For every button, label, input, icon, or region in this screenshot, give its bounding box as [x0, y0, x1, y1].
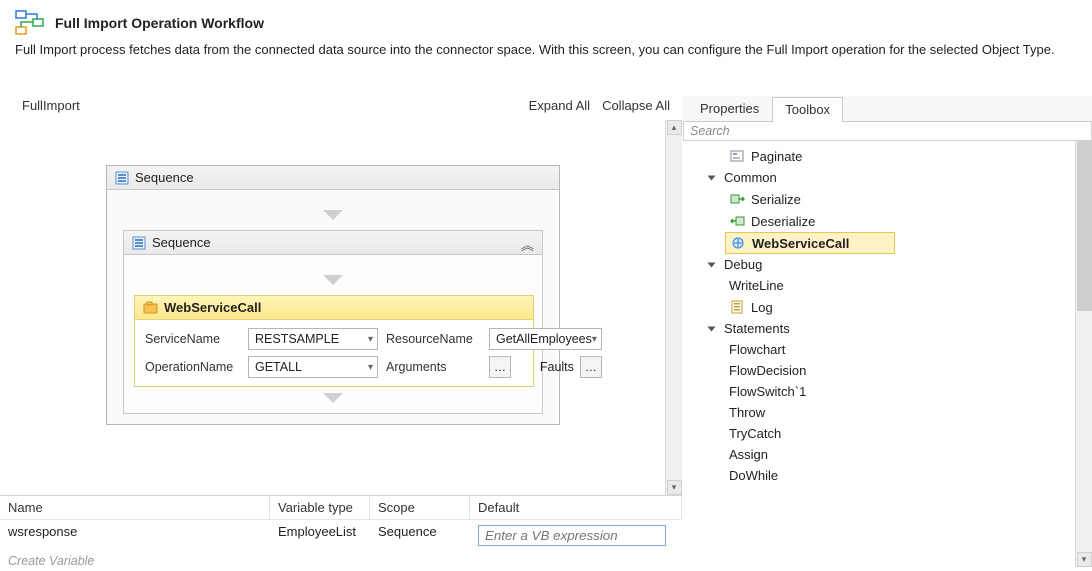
- toolbox-item-deserialize[interactable]: Deserialize: [695, 210, 1092, 232]
- workflow-canvas[interactable]: Sequence Sequence ︽: [0, 120, 682, 495]
- serialize-icon: [729, 191, 745, 207]
- toolbox-item-writeline[interactable]: WriteLine: [695, 275, 1092, 296]
- chevron-down-icon: ▾: [368, 362, 373, 373]
- servicename-combo[interactable]: RESTSAMPLE ▾: [248, 328, 378, 350]
- toolbox-item-paginate[interactable]: Paginate: [695, 145, 1092, 167]
- servicename-value: RESTSAMPLE: [255, 332, 339, 346]
- toolbox-item-label: DoWhile: [729, 468, 778, 483]
- col-name[interactable]: Name: [0, 496, 270, 519]
- expand-all-button[interactable]: Expand All: [529, 98, 590, 113]
- category-label: Common: [724, 170, 777, 185]
- toolbox-item-label: Paginate: [751, 149, 802, 164]
- toolbox-item-dowhile[interactable]: DoWhile: [695, 465, 1092, 486]
- webservicecall-title: WebServiceCall: [164, 300, 261, 315]
- drop-target-icon[interactable]: [323, 210, 343, 220]
- toolbox-category-debug[interactable]: Debug: [695, 254, 1092, 275]
- operationname-label: OperationName: [145, 360, 240, 374]
- expand-arrow-icon: [708, 262, 716, 267]
- webservice-icon: [143, 301, 158, 315]
- scroll-up-icon[interactable]: ▴: [667, 120, 682, 135]
- toolbox-category-common[interactable]: Common: [695, 167, 1092, 188]
- drop-target-icon[interactable]: [323, 393, 343, 403]
- toolbox-item-flowchart[interactable]: Flowchart: [695, 339, 1092, 360]
- tab-toolbox[interactable]: Toolbox: [772, 97, 843, 122]
- expand-arrow-icon: [708, 326, 716, 331]
- expand-arrow-icon: [708, 175, 716, 180]
- chevron-down-icon: ▾: [368, 334, 373, 345]
- toolbox-item-label: TryCatch: [729, 426, 781, 441]
- col-scope[interactable]: Scope: [370, 496, 470, 519]
- sequence-icon: [115, 171, 129, 185]
- toolbox-item-label: FlowSwitch`1: [729, 384, 806, 399]
- toolbox-item-label: Serialize: [751, 192, 801, 207]
- scroll-down-icon[interactable]: ▾: [1077, 552, 1092, 567]
- toolbox-item-label: Deserialize: [751, 214, 815, 229]
- toolbox-item-trycatch[interactable]: TryCatch: [695, 423, 1092, 444]
- variable-row[interactable]: wsresponse EmployeeList Sequence: [0, 520, 682, 551]
- servicename-label: ServiceName: [145, 332, 240, 346]
- collapse-chevron-icon[interactable]: ︽: [521, 235, 534, 254]
- workflow-icon: [15, 10, 45, 36]
- toolbox-item-webservicecall[interactable]: WebServiceCall: [725, 232, 895, 254]
- page-title: Full Import Operation Workflow: [55, 15, 264, 31]
- toolbox-item-label: Assign: [729, 447, 768, 462]
- chevron-down-icon: ▾: [592, 334, 597, 345]
- scroll-down-icon[interactable]: ▾: [667, 480, 682, 495]
- variables-panel: Name Variable type Scope Default wsrespo…: [0, 495, 682, 567]
- drop-target-icon[interactable]: [323, 275, 343, 285]
- paginate-icon: [729, 148, 745, 164]
- toolbox-item-label: FlowDecision: [729, 363, 806, 378]
- inner-sequence[interactable]: Sequence ︽ WebS: [123, 230, 543, 414]
- col-type[interactable]: Variable type: [270, 496, 370, 519]
- arguments-label: Arguments: [386, 360, 481, 374]
- resourcename-label: ResourceName: [386, 332, 481, 346]
- toolbox-search-input[interactable]: Search: [690, 124, 730, 138]
- toolbox-item-flowswitch[interactable]: FlowSwitch`1: [695, 381, 1092, 402]
- var-scope[interactable]: Sequence: [370, 520, 470, 551]
- col-default[interactable]: Default: [470, 496, 682, 519]
- webservice-icon: [730, 235, 746, 251]
- outer-sequence-title: Sequence: [135, 170, 194, 185]
- operationname-value: GETALL: [255, 360, 302, 374]
- toolbox-item-label: WriteLine: [729, 278, 784, 293]
- toolbox-category-statements[interactable]: Statements: [695, 318, 1092, 339]
- faults-ellipsis-button[interactable]: …: [580, 356, 602, 378]
- toolbox-item-log[interactable]: Log: [695, 296, 1092, 318]
- inner-sequence-title: Sequence: [152, 235, 211, 250]
- webservicecall-activity[interactable]: WebServiceCall ServiceName RESTSAMPLE ▾: [134, 295, 534, 387]
- var-default-input[interactable]: [478, 525, 666, 546]
- toolbox-item-assign[interactable]: Assign: [695, 444, 1092, 465]
- toolbox-item-label: Log: [751, 300, 773, 315]
- arguments-ellipsis-button[interactable]: …: [489, 356, 511, 378]
- toolbox-item-label: WebServiceCall: [752, 236, 849, 251]
- toolbox-item-label: Flowchart: [729, 342, 785, 357]
- toolbox-item-label: Throw: [729, 405, 765, 420]
- sequence-icon: [132, 236, 146, 250]
- var-name[interactable]: wsresponse: [0, 520, 270, 551]
- outer-sequence[interactable]: Sequence Sequence ︽: [106, 165, 560, 425]
- operationname-combo[interactable]: GETALL ▾: [248, 356, 378, 378]
- resourcename-value: GetAllEmployees: [496, 332, 592, 346]
- log-icon: [729, 299, 745, 315]
- toolbox-item-throw[interactable]: Throw: [695, 402, 1092, 423]
- toolbox-tree: Paginate Common Serialize Deseria: [683, 141, 1092, 486]
- var-type[interactable]: EmployeeList: [270, 520, 370, 551]
- scroll-thumb[interactable]: [1077, 141, 1092, 311]
- breadcrumb[interactable]: FullImport: [22, 98, 80, 113]
- create-variable-link[interactable]: Create Variable: [0, 551, 682, 571]
- category-label: Debug: [724, 257, 762, 272]
- page-subtitle: Full Import process fetches data from th…: [0, 42, 1092, 75]
- category-label: Statements: [724, 321, 790, 336]
- canvas-scrollbar[interactable]: ▴ ▾: [665, 120, 682, 495]
- tab-properties[interactable]: Properties: [687, 96, 772, 121]
- collapse-all-button[interactable]: Collapse All: [602, 98, 670, 113]
- toolbox-item-flowdecision[interactable]: FlowDecision: [695, 360, 1092, 381]
- toolbox-scrollbar[interactable]: ▴ ▾: [1075, 141, 1092, 567]
- deserialize-icon: [729, 213, 745, 229]
- resourcename-combo[interactable]: GetAllEmployees ▾: [489, 328, 602, 350]
- toolbox-item-serialize[interactable]: Serialize: [695, 188, 1092, 210]
- faults-label: Faults: [540, 360, 574, 374]
